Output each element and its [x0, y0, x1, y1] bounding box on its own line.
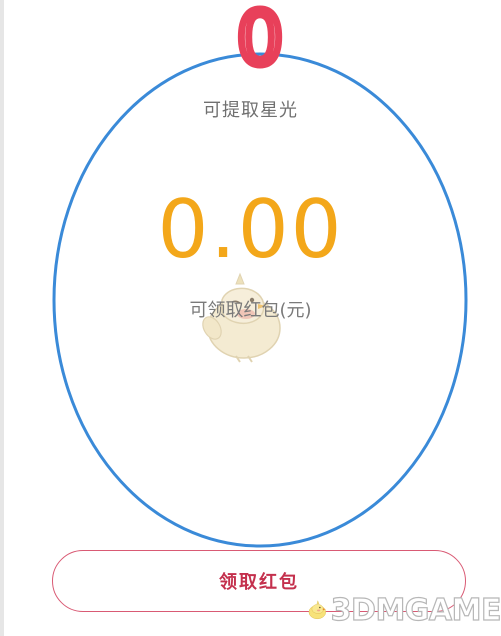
redpacket-amount: 0.00 — [157, 183, 344, 276]
redpacket-amount-label: 可领取红包(元) — [189, 300, 312, 321]
claim-redpacket-button-label: 领取红包 — [219, 572, 299, 593]
watermark: 3DMGAME — [306, 584, 501, 636]
chick-mascot-icon — [308, 600, 326, 620]
watermark-text: 3DMGAME — [330, 592, 501, 628]
highlight-marker: 0 — [236, 0, 283, 82]
starlight-label: 可提取星光 — [203, 100, 298, 121]
redpacket-page: 可提取星光 0.00 可领取红包(元) 领取红包 3DMGAME 0 — [0, 0, 501, 636]
